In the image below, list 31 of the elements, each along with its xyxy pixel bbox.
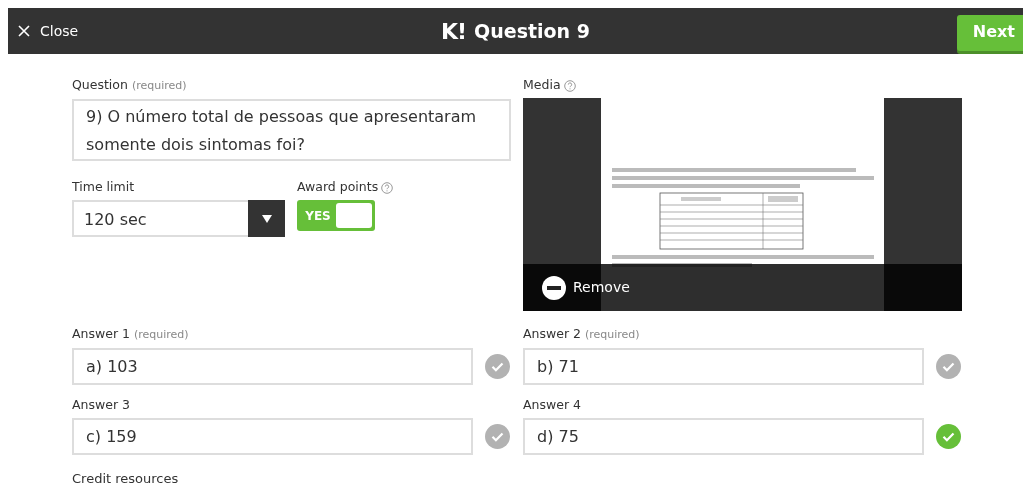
minus-circle-icon (542, 275, 566, 300)
checkmark-toggle-icon[interactable] (936, 354, 961, 379)
answer-field[interactable]: a) 103 (72, 348, 473, 385)
field-label: Time limit (72, 179, 135, 194)
close-icon (18, 25, 30, 37)
help-icon[interactable] (381, 181, 394, 194)
answer-field[interactable]: c) 159 (72, 418, 473, 455)
checkmark-toggle-icon[interactable] (936, 424, 961, 449)
checkmark-toggle-icon[interactable] (485, 424, 510, 449)
required-hint: (required) (133, 328, 189, 341)
required-hint: (required) (584, 328, 640, 341)
field-label: Answer 1 (72, 326, 130, 341)
field-label: Media (523, 77, 561, 92)
logo: K! (441, 17, 467, 46)
answer-field[interactable]: b) 71 (523, 348, 924, 385)
field-label: Answer 2 (523, 326, 581, 341)
required-hint: (required) (131, 79, 187, 92)
field-label: Question (72, 77, 128, 92)
question-field[interactable]: 9) O número total de pessoas que apresentaram somente dois sintomas foi? (72, 99, 511, 161)
time-limit-select[interactable]: 120 sec (72, 200, 285, 237)
section-label: Credit resources (72, 471, 179, 486)
answer-field[interactable]: d) 75 (523, 418, 924, 455)
field-label: Award points (297, 179, 379, 194)
caret-icon (261, 214, 272, 223)
close-button[interactable]: Close (8, 8, 89, 54)
checkmark-toggle-icon[interactable] (485, 354, 510, 379)
remove-button[interactable]: Remove (542, 275, 630, 300)
help-icon[interactable] (563, 79, 576, 92)
field-label: Answer 4 (523, 397, 581, 412)
field-label: Answer 3 (72, 397, 130, 412)
page-title: Question 9 (474, 18, 590, 44)
